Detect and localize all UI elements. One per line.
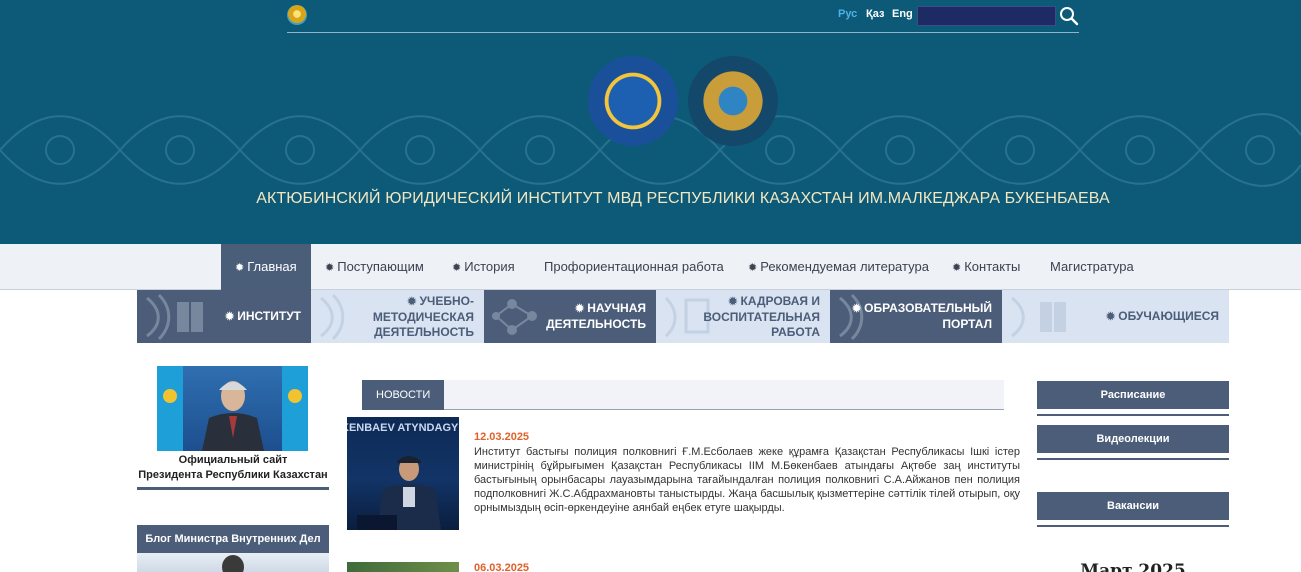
tab-news[interactable]: НОВОСТИ [362, 380, 445, 410]
top-bar: Рус Қаз Eng [287, 0, 1079, 33]
nav-item-history[interactable]: ✹ История [438, 244, 529, 290]
ministry-logo[interactable] [688, 56, 778, 146]
star-icon: ✹ [952, 262, 962, 274]
section-label: ВОСПИТАТЕЛЬНАЯ РАБОТА [703, 309, 820, 339]
nav-item-career-guidance[interactable]: Профориентационная работа [530, 244, 738, 290]
news-date: 06.03.2025 [474, 562, 530, 572]
nav-item-label: Профориентационная работа [544, 259, 724, 274]
nav-item-contacts[interactable]: ✹ Контакты [938, 244, 1034, 290]
state-emblem-icon[interactable] [287, 5, 307, 25]
caption-line: Официальный сайт [178, 454, 288, 466]
calendar-month-title: Март 2025 [1080, 561, 1186, 572]
star-icon: ✹ [748, 262, 758, 274]
star-icon: ✹ [575, 303, 585, 315]
star-icon: ✹ [1106, 310, 1116, 323]
nav-item-label: Контакты [964, 259, 1021, 274]
section-label: КАДРОВАЯ И [740, 293, 820, 308]
divider [1037, 414, 1229, 416]
star-icon: ✹ [235, 262, 245, 274]
news-image[interactable]: KENBAEV ATYNDAGY [347, 417, 459, 530]
section-label: УЧЕБНО-МЕТОДИЧЕСКАЯ [372, 293, 474, 324]
section-label: ДЕЯТЕЛЬНОСТЬ [546, 317, 646, 331]
nav-item-masters[interactable]: Магистратура [1036, 244, 1148, 290]
nav-item-literature[interactable]: ✹ Рекомендуемая литература [734, 244, 943, 290]
site-header: Рус Қаз Eng АКТЮБИНСКИЙ ЮРИДИЧЕСКИЙ ИНСТ… [0, 0, 1301, 244]
minister-photo-illustration [222, 555, 244, 572]
lang-ru-link[interactable]: Рус [838, 8, 857, 20]
president-photo-illustration [157, 366, 308, 451]
divider [1037, 525, 1229, 527]
section-students[interactable]: ✹ ОБУЧАЮЩИЕСЯ [1002, 290, 1229, 343]
news-tabs: НОВОСТИ [362, 380, 1004, 410]
president-banner-image[interactable] [157, 366, 308, 451]
star-icon: ✹ [325, 262, 335, 274]
news-photo-illustration: KENBAEV ATYNDAGY [347, 422, 459, 530]
nav-item-label: Рекомендуемая литература [760, 259, 929, 274]
news-text[interactable]: Институт бастығы полиция полковнигі Ғ.М.… [474, 445, 1020, 515]
nav-item-applicants[interactable]: ✹ Поступающим [311, 244, 438, 290]
nav-item-label: Главная [247, 259, 297, 274]
news-image[interactable] [347, 562, 459, 572]
section-science[interactable]: ✹ НАУЧНАЯ ДЕЯТЕЛЬНОСТЬ [484, 290, 656, 343]
president-site-caption[interactable]: Официальный сайт Президента Республики К… [137, 453, 329, 490]
nav-item-home[interactable]: ✹ Главная [221, 244, 311, 290]
section-label: ОБРАЗОВАТЕЛЬНЫЙ [864, 301, 992, 315]
nav-item-label: История [464, 259, 515, 274]
section-education-portal[interactable]: ✹ ОБРАЗОВАТЕЛЬНЫЙ ПОРТАЛ [830, 290, 1002, 343]
molecule-icon [492, 299, 537, 335]
star-icon: ✹ [407, 295, 417, 308]
section-label: ПОРТАЛ [942, 317, 992, 331]
caption-line: Президента Республики Казахстан [138, 469, 328, 481]
search-input[interactable] [917, 6, 1056, 26]
search-icon[interactable] [1059, 6, 1079, 26]
main-navigation: ✹ Главная ✹ Поступающим ✹ История Профориен… [0, 244, 1301, 290]
minister-blog-image[interactable] [137, 553, 329, 572]
site-title: АКТЮБИНСКИЙ ЮРИДИЧЕСКИЙ ИНСТИТУТ МВД РЕС… [256, 190, 1110, 207]
news-image-text: KENBAEV ATYNDAGY [347, 422, 459, 434]
vacancies-button[interactable]: Вакансии [1037, 492, 1229, 520]
section-hr[interactable]: ✹ КАДРОВАЯ И ВОСПИТАТЕЛЬНАЯ РАБОТА [656, 290, 830, 343]
minister-blog-header[interactable]: Блог Министра Внутренних Дел [137, 525, 329, 553]
star-icon: ✹ [728, 295, 738, 308]
lang-en-link[interactable]: Eng [892, 8, 913, 20]
section-teaching[interactable]: ✹ УЧЕБНО-МЕТОДИЧЕСКАЯ ДЕЯТЕЛЬНОСТЬ [311, 290, 484, 343]
divider [1037, 458, 1229, 460]
section-label: ДЕЯТЕЛЬНОСТЬ [374, 324, 474, 339]
section-label: НАУЧНАЯ [587, 301, 646, 315]
section-label: ИНСТИТУТ [237, 308, 301, 323]
section-bar: ✹ ИНСТИТУТ ✹ УЧЕБНО-МЕТОДИЧЕСКАЯ ДЕЯТЕЛЬНОС… [137, 290, 1229, 343]
nav-item-label: Магистратура [1050, 259, 1134, 274]
schedule-button[interactable]: Расписание [1037, 381, 1229, 409]
book-icon [1011, 296, 1066, 338]
lang-kz-link[interactable]: Қаз [866, 8, 884, 20]
star-icon: ✹ [225, 310, 235, 323]
institute-logo[interactable] [588, 56, 678, 146]
nav-item-label: Поступающим [337, 259, 424, 274]
news-date: 12.03.2025 [474, 431, 530, 443]
star-icon: ✹ [851, 303, 862, 315]
book-icon [146, 293, 203, 341]
section-label: ОБУЧАЮЩИЕСЯ [1118, 308, 1219, 323]
video-lectures-button[interactable]: Видеолекции [1037, 425, 1229, 453]
star-icon: ✹ [452, 262, 462, 274]
section-institute[interactable]: ✹ ИНСТИТУТ [137, 290, 311, 343]
